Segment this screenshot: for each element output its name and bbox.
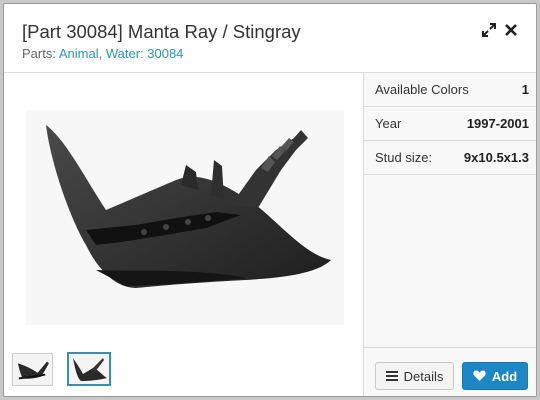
add-button-label: Add (491, 368, 518, 384)
thumbnail-2[interactable] (67, 352, 111, 386)
details-button-label: Details (403, 368, 444, 384)
detail-row-available-colors: Available Colors 1 (364, 73, 536, 107)
detail-value: 1997-2001 (466, 116, 529, 131)
image-area (4, 73, 363, 346)
detail-label: Available Colors (375, 82, 469, 97)
detail-value: 9x10.5x1.3 (463, 150, 529, 165)
detail-value: 1 (521, 82, 529, 97)
close-icon[interactable] (501, 20, 521, 40)
detail-row-year: Year 1997-2001 (364, 107, 536, 141)
list-icon (385, 369, 398, 384)
breadcrumb-prefix: Parts: (22, 46, 59, 61)
category-link-water[interactable]: Water: 30084 (106, 46, 184, 61)
details-panel: Available Colors 1 Year 1997-2001 Stud s… (363, 73, 536, 396)
page-title: [Part 30084] Manta Ray / Stingray (22, 21, 301, 42)
heart-icon (473, 369, 486, 384)
thumbnail-strip (4, 349, 363, 396)
expand-icon[interactable] (479, 20, 499, 40)
category-link-animal[interactable]: Animal (59, 46, 99, 61)
part-modal: [Part 30084] Manta Ray / Stingray Parts:… (3, 3, 537, 397)
part-image[interactable] (26, 110, 344, 325)
details-button[interactable]: Details (375, 362, 454, 390)
detail-row-stud-size: Stud size: 9x10.5x1.3 (364, 141, 536, 175)
detail-label: Stud size: (375, 150, 433, 165)
breadcrumb-separator: , (98, 46, 106, 61)
add-button[interactable]: Add (462, 362, 528, 390)
breadcrumb: Parts: Animal, Water: 30084 (22, 46, 183, 61)
detail-label: Year (375, 116, 402, 131)
thumbnail-1[interactable] (12, 353, 53, 386)
modal-footer: Details Add (364, 347, 536, 396)
modal-header: [Part 30084] Manta Ray / Stingray Parts:… (4, 4, 536, 73)
